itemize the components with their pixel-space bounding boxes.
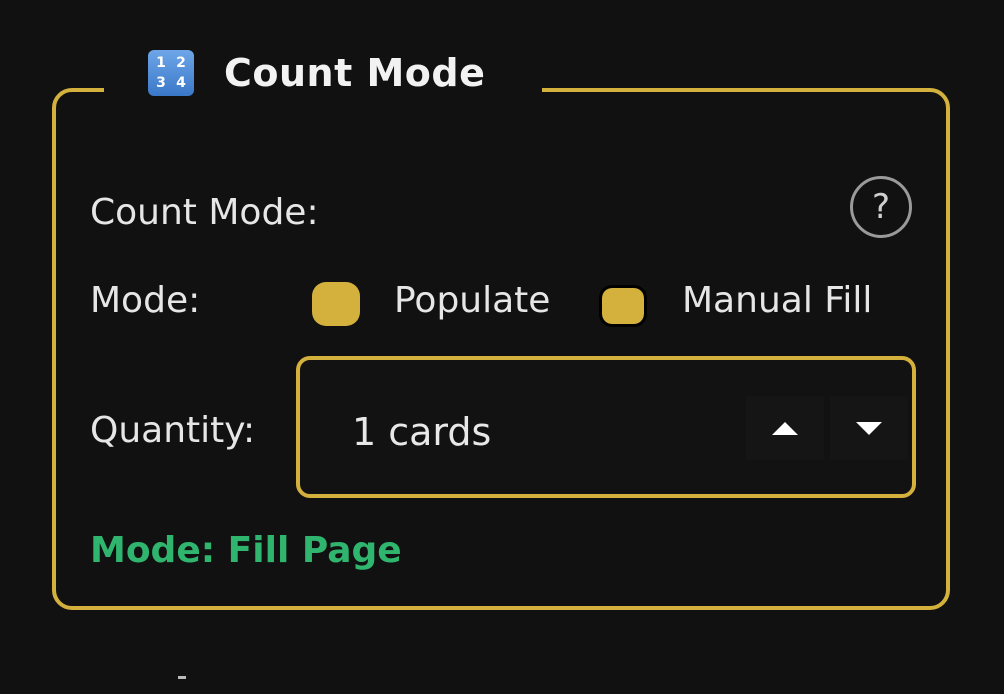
group-title: Count Mode xyxy=(224,51,486,95)
mode-status-text: Mode: Fill Page xyxy=(90,530,402,571)
arrow-down-icon xyxy=(856,421,882,435)
radio-populate[interactable] xyxy=(312,282,360,326)
icon-glyph-2: 2 xyxy=(176,55,186,71)
help-icon[interactable]: ? xyxy=(850,176,912,238)
divider-fragment xyxy=(178,676,186,679)
arrow-up-icon xyxy=(772,421,798,435)
quantity-label: Quantity: xyxy=(90,410,256,451)
icon-glyph-1: 1 xyxy=(156,55,166,71)
increment-button[interactable] xyxy=(746,396,824,460)
radio-manual-fill[interactable] xyxy=(599,285,647,327)
quantity-spinbox[interactable]: 1 cards xyxy=(296,356,916,498)
radio-manual-fill-label[interactable]: Manual Fill xyxy=(682,280,872,321)
quantity-value[interactable]: 1 cards xyxy=(352,410,491,454)
input-numbers-icon: 1 2 3 4 xyxy=(148,50,194,96)
help-glyph: ? xyxy=(871,187,891,227)
count-mode-label: Count Mode: xyxy=(90,192,319,233)
icon-glyph-3: 3 xyxy=(156,75,166,91)
mode-label: Mode: xyxy=(90,280,201,321)
icon-glyph-4: 4 xyxy=(176,75,186,91)
decrement-button[interactable] xyxy=(830,396,908,460)
group-legend: 1 2 3 4 Count Mode xyxy=(104,40,542,106)
radio-populate-label[interactable]: Populate xyxy=(394,280,550,321)
